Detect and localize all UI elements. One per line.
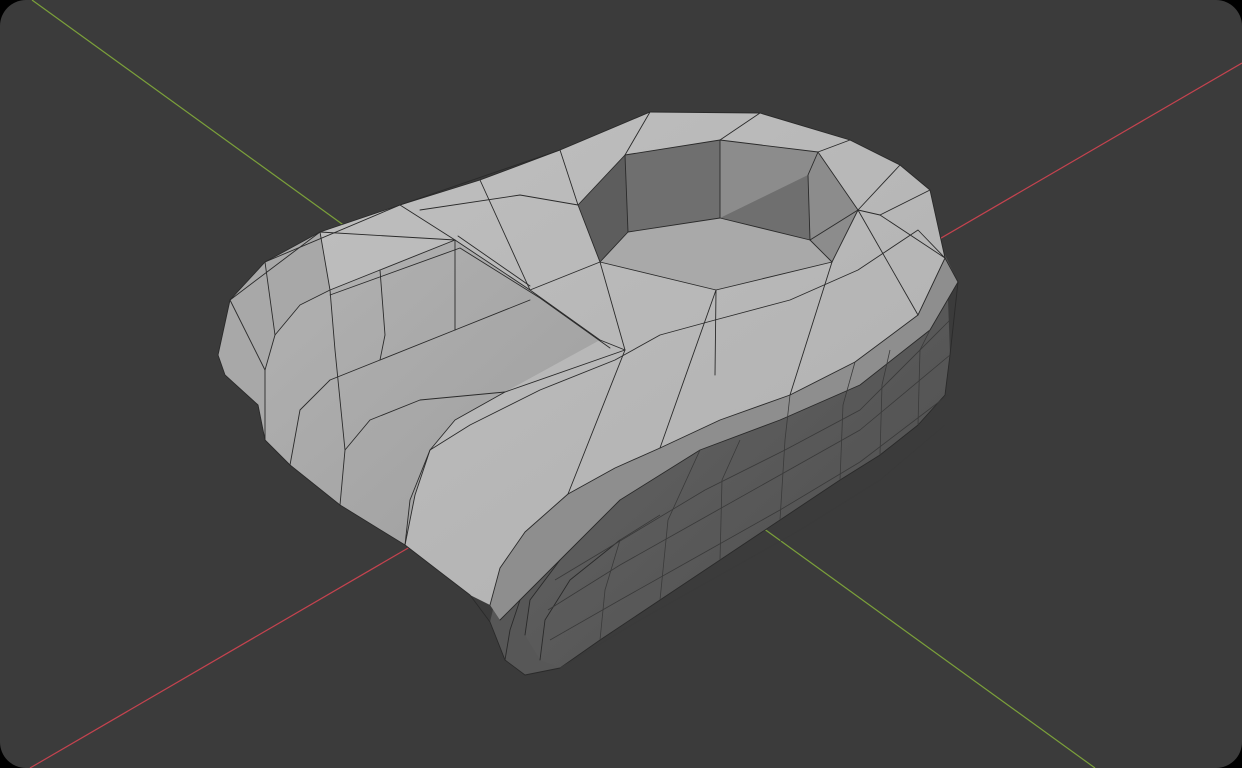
mesh-object[interactable]: [217, 111, 959, 676]
viewport-canvas[interactable]: [0, 0, 1242, 768]
3d-viewport[interactable]: [0, 0, 1242, 768]
